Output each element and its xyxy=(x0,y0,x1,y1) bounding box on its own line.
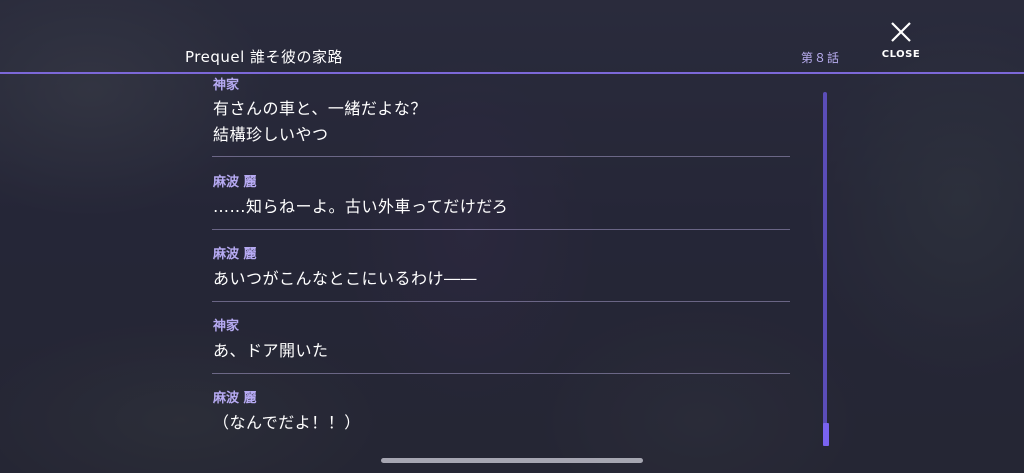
dialogue-line: 結構珍しいやつ xyxy=(213,125,329,144)
log-entry: 麻波 麗 （なんでだよ！！） xyxy=(212,374,790,446)
log-entry: 麻波 麗 ……知らねーよ。古い外車ってだけだろ xyxy=(212,158,790,230)
speaker-name: 麻波 麗 xyxy=(213,247,257,262)
chapter-label: 第８話 xyxy=(801,51,841,65)
speaker-name: 神家 xyxy=(213,319,240,334)
dialogue-line: 有さんの車と、一緒だよな？ xyxy=(213,99,427,118)
scrollbar-thumb[interactable] xyxy=(823,423,829,446)
speaker-name: 麻波 麗 xyxy=(213,391,257,406)
speaker-name: 麻波 麗 xyxy=(213,175,257,190)
log-entry: 神家 あ、ドア開いた xyxy=(212,302,790,374)
close-label: CLOSE xyxy=(881,49,921,60)
dialogue-log[interactable]: 神家 有さんの車と、一緒だよな？ 結構珍しいやつ 麻波 麗 ……知らねーよ。古い… xyxy=(212,74,790,447)
dialogue-line: あ、ドア開いた xyxy=(213,341,329,360)
log-entry: 神家 有さんの車と、一緒だよな？ 結構珍しいやつ xyxy=(212,74,790,158)
home-indicator[interactable] xyxy=(381,458,643,463)
dialogue-line: ……知らねーよ。古い外車ってだけだろ xyxy=(213,197,509,216)
episode-title: Prequel 誰そ彼の家路 xyxy=(185,48,344,66)
dialogue-line: あいつがこんなとこにいるわけ―― xyxy=(213,269,478,288)
close-button[interactable]: CLOSE xyxy=(878,20,924,66)
speaker-name: 神家 xyxy=(213,78,240,93)
entry-divider xyxy=(212,156,790,157)
dialogue-line: （なんでだよ！！） xyxy=(213,413,361,432)
log-entry: 麻波 麗 あいつがこんなとこにいるわけ―― xyxy=(212,230,790,302)
close-icon xyxy=(891,22,911,42)
scrollbar-track[interactable] xyxy=(823,92,827,446)
